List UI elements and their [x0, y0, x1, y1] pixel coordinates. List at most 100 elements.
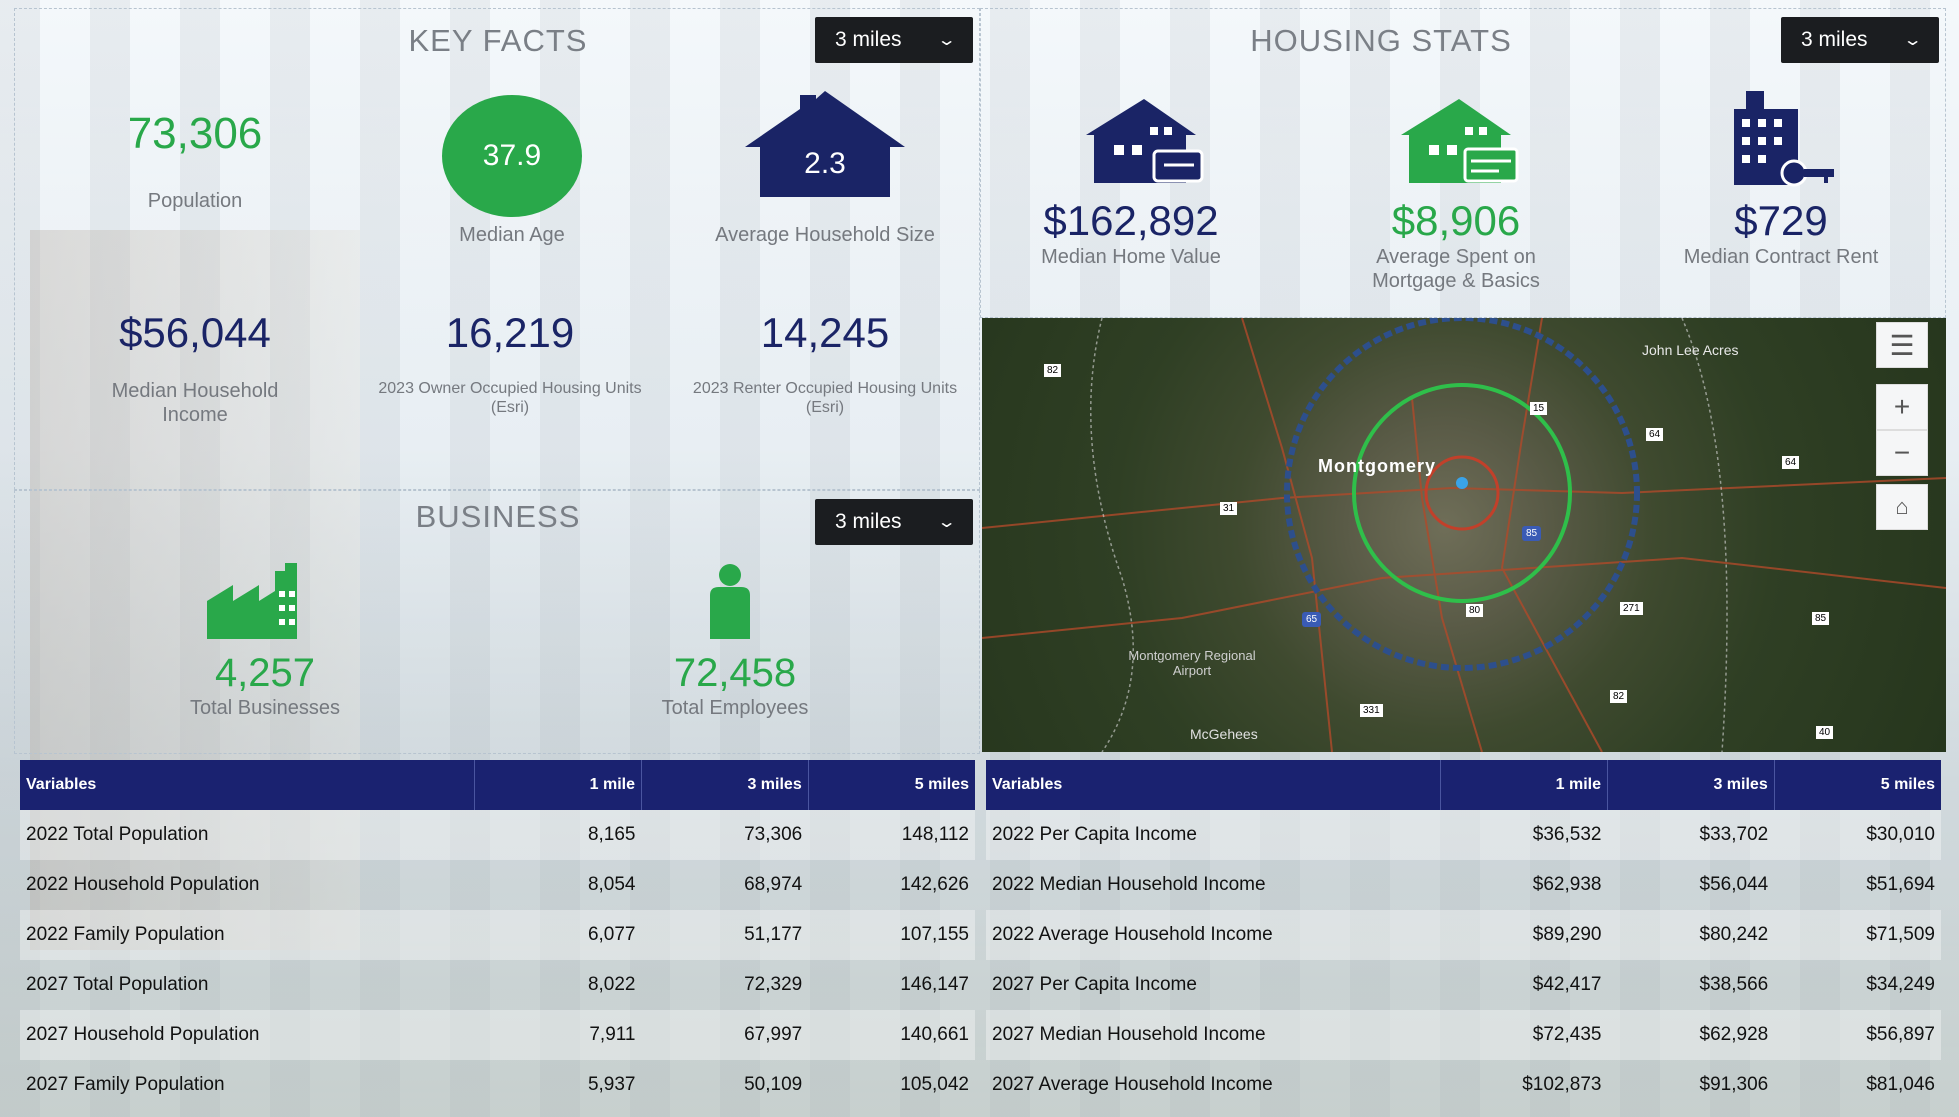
household-size-value: 2.3: [804, 147, 846, 180]
employees-stat: 72,458 Total Employees: [605, 651, 865, 720]
route-shield: 85: [1812, 612, 1830, 625]
table-cell: 146,147: [900, 974, 969, 995]
apartment-icon: [1726, 89, 1836, 189]
map-city-label: Montgomery: [1318, 456, 1436, 476]
column-header: 3 miles: [1606, 760, 1775, 810]
column-header: Variables: [20, 760, 475, 810]
table-cell: 2022 Family Population: [20, 910, 475, 960]
table-cell: 8,022: [587, 974, 636, 995]
table-cell: 142,626: [900, 874, 969, 895]
table-cell: $91,306: [1699, 1074, 1769, 1095]
house-icon: 2.3: [740, 89, 910, 199]
table-row: 2027 Average Household Income $102,873 $…: [986, 1060, 1941, 1110]
table-cell: 2022 Per Capita Income: [986, 810, 1441, 860]
column-header: Variables: [986, 760, 1441, 810]
zoom-out-button[interactable]: −: [1876, 430, 1928, 476]
route-shield: 82: [1044, 364, 1062, 377]
renter-units-label: 2023 Renter Occupied Housing Units (Esri…: [692, 380, 958, 416]
home-value-label: Median Home Value: [1041, 246, 1221, 268]
table-row: 2022 Total Population 8,165 73,306 148,1…: [20, 810, 975, 860]
table-cell: $102,873: [1522, 1074, 1602, 1095]
column-header: 5 miles: [807, 760, 975, 810]
table-row: 2027 Median Household Income $72,435 $62…: [986, 1010, 1941, 1060]
map-canvas: [982, 318, 1946, 752]
businesses-value: 4,257: [214, 651, 316, 695]
route-shield: 331: [1360, 704, 1383, 717]
owner-units-label: 2023 Owner Occupied Housing Units (Esri): [378, 380, 642, 416]
table-cell: $51,694: [1866, 874, 1935, 895]
income-table: Variables 1 mile 3 miles 5 miles 2022 Pe…: [986, 760, 1941, 1110]
business-radius-dropdown[interactable]: 3 miles ⌄: [815, 499, 973, 545]
housing-title: HOUSING STATS: [1250, 23, 1512, 58]
table-cell: 2022 Total Population: [20, 810, 475, 860]
route-shield: 82: [1610, 690, 1628, 703]
mortgage-stat: $8,906 Average Spent on Mortgage & Basic…: [1311, 197, 1601, 293]
table-cell: 2027 Total Population: [26, 974, 209, 995]
key-facts-panel: KEY FACTS 3 miles ⌄ 73,306 Population 37…: [14, 8, 980, 490]
rent-value: $729: [1734, 197, 1828, 244]
table-row: 2022 Family Population 6,077 51,177 107,…: [20, 910, 975, 960]
column-header: 5 miles: [1773, 760, 1941, 810]
table-cell: 2022 Median Household Income: [992, 874, 1266, 895]
employees-label: Total Employees: [661, 697, 809, 719]
map-place-label: McGehees: [1190, 726, 1258, 742]
table-cell: 2022 Household Population: [26, 874, 260, 895]
businesses-stat: 4,257 Total Businesses: [135, 651, 395, 720]
renter-units-value: 14,245: [760, 309, 890, 356]
table-cell: $62,938: [1532, 874, 1602, 895]
table-row: 2022 Per Capita Income $36,532 $33,702 $…: [986, 810, 1941, 860]
route-shield: 80: [1466, 604, 1484, 617]
key-facts-radius-dropdown[interactable]: 3 miles ⌄: [815, 17, 973, 63]
route-shield: 271: [1620, 602, 1643, 615]
table-cell: 8,054: [587, 874, 636, 895]
column-header: 3 miles: [640, 760, 809, 810]
table-cell: $42,417: [1532, 974, 1602, 995]
list-icon: ☰: [1889, 329, 1915, 361]
dropdown-value: 3 miles: [835, 510, 902, 533]
household-size-label: Average Household Size: [715, 224, 935, 246]
table-cell: $30,010: [1774, 810, 1941, 860]
table-cell: 148,112: [808, 810, 975, 860]
table-cell: 50,109: [744, 1074, 803, 1095]
plus-icon: +: [1893, 391, 1911, 422]
home-extent-button[interactable]: ⌂: [1876, 484, 1928, 530]
median-age-value: 37.9: [482, 139, 542, 172]
business-panel: BUSINESS 3 miles ⌄ 4,257 Total Businesse…: [14, 490, 980, 754]
column-header: 1 mile: [1440, 760, 1608, 810]
legend-list-button[interactable]: ☰: [1876, 322, 1928, 368]
table-cell: 73,306: [641, 810, 809, 860]
employees-value: 72,458: [673, 651, 797, 695]
home-icon: ⌂: [1895, 494, 1909, 519]
businesses-label: Total Businesses: [189, 697, 341, 719]
route-shield: 65: [1302, 612, 1322, 627]
median-income-stat: $56,044 Median Household Income: [55, 309, 335, 427]
person-icon: [705, 563, 755, 641]
table-cell: $33,702: [1607, 810, 1775, 860]
table-cell: 68,974: [744, 874, 803, 895]
table-cell: 140,661: [808, 1010, 975, 1060]
housing-radius-dropdown[interactable]: 3 miles ⌄: [1781, 17, 1939, 63]
table-cell: 2022 Average Household Income: [986, 910, 1441, 960]
housing-stats-panel: HOUSING STATS 3 miles ⌄ $162,892 Median …: [980, 8, 1946, 318]
chevron-down-icon: ⌄: [1902, 32, 1923, 49]
table-row: 2027 Family Population 5,937 50,109 105,…: [20, 1060, 975, 1110]
table-header-row: Variables 1 mile 3 miles 5 miles: [986, 760, 1941, 810]
zoom-in-button[interactable]: +: [1876, 384, 1928, 430]
route-shield: 64: [1782, 456, 1800, 469]
population-table: Variables 1 mile 3 miles 5 miles 2022 To…: [20, 760, 975, 1110]
owner-units-stat: 16,219 2023 Owner Occupied Housing Units…: [365, 309, 655, 417]
table-cell: 67,997: [641, 1010, 809, 1060]
table-header-row: Variables 1 mile 3 miles 5 miles: [20, 760, 975, 810]
median-age-circle: 37.9: [442, 95, 582, 217]
table-cell: $56,044: [1699, 874, 1769, 895]
table-row: 2022 Household Population 8,054 68,974 1…: [20, 860, 975, 910]
factory-icon: [205, 561, 315, 641]
table-cell: $89,290: [1440, 910, 1608, 960]
table-row: 2027 Household Population 7,911 67,997 1…: [20, 1010, 975, 1060]
table-cell: $71,509: [1774, 910, 1941, 960]
table-row: 2022 Average Household Income $89,290 $8…: [986, 910, 1941, 960]
table-cell: 5,937: [587, 1074, 636, 1095]
map-view[interactable]: Montgomery John Lee Acres Montgomery Reg…: [982, 318, 1946, 752]
table-cell: $38,566: [1699, 974, 1769, 995]
table-cell: $34,249: [1866, 974, 1935, 995]
